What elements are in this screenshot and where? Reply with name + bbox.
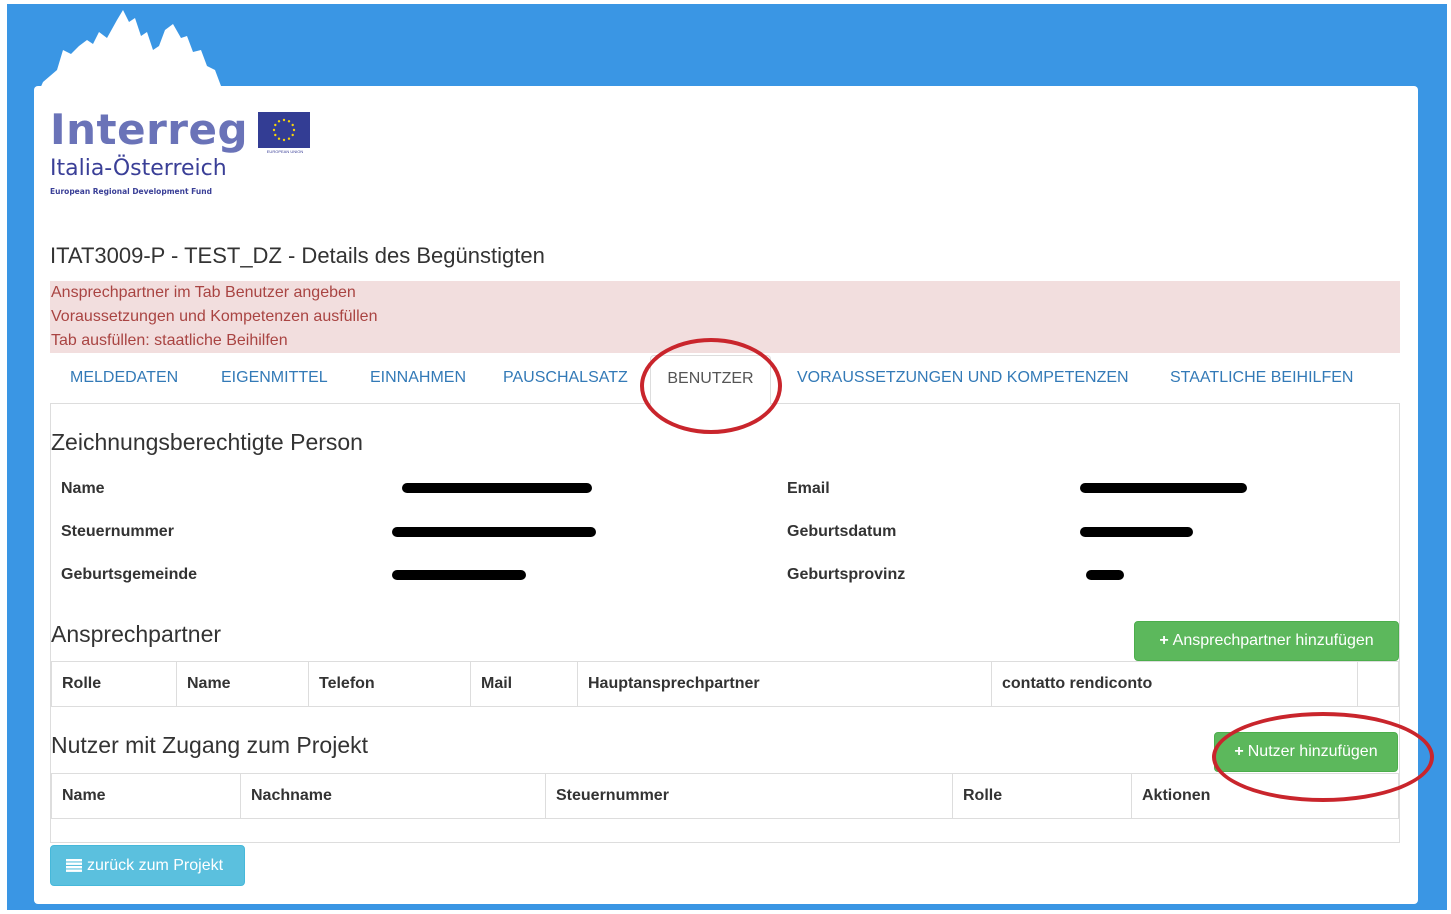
back-to-project-button[interactable]: zurück zum Projekt — [50, 845, 245, 886]
birthprovince-label: Geburtsprovinz — [787, 566, 906, 583]
column-header: Steuernummer — [545, 773, 953, 819]
logo-wordmark: Interreg — [50, 105, 249, 154]
back-to-project-label: zurück zum Projekt — [87, 857, 224, 874]
logo-program: Italia-Österreich — [50, 156, 227, 181]
logo-fund: European Regional Development Fund — [50, 187, 212, 196]
tax-number-label: Steuernummer — [61, 523, 174, 540]
column-header: contatto rendiconto — [991, 661, 1358, 707]
column-header: Nachname — [240, 773, 546, 819]
plus-icon: + — [1159, 632, 1169, 649]
add-contact-button[interactable]: + Ansprechpartner hinzufügen — [1134, 621, 1399, 661]
redacted-value — [402, 483, 592, 493]
add-contact-label: Ansprechpartner hinzufügen — [1172, 632, 1374, 649]
name-label: Name — [61, 480, 105, 497]
tab-voraussetzungen[interactable]: VORAUSSETZUNGEN UND KOMPETENZEN — [797, 355, 1129, 403]
interreg-logo[interactable]: Interreg Italia-Österreich European Regi… — [50, 104, 320, 204]
tab-eigenmittel[interactable]: EIGENMITTEL — [221, 355, 328, 403]
warning-alert: Ansprechpartner im Tab Benutzer angeben … — [50, 281, 1400, 353]
plus-icon: + — [1234, 743, 1244, 760]
table-row — [50, 818, 1400, 843]
birthdate-label: Geburtsdatum — [787, 523, 897, 540]
tab-staatliche-beihilfen[interactable]: STAATLICHE BEIHILFEN — [1170, 355, 1353, 403]
column-header: Name — [51, 773, 241, 819]
column-header: Hauptansprechpartner — [577, 661, 992, 707]
column-header: Mail — [470, 661, 578, 707]
redacted-value — [1080, 483, 1247, 493]
tab-meldedaten[interactable]: MELDEDATEN — [70, 355, 178, 403]
add-user-button[interactable]: + Nutzer hinzufügen — [1214, 732, 1398, 772]
tab-benutzer[interactable]: BENUTZER — [650, 355, 771, 405]
list-icon — [66, 859, 82, 872]
eu-flag-icon — [258, 112, 310, 148]
alert-line: Tab ausfüllen: staatliche Beihilfen — [51, 332, 288, 349]
email-label: Email — [787, 480, 830, 497]
users-table: Name Nachname Steuernummer Rolle Aktione… — [51, 773, 1399, 819]
signatory-heading: Zeichnungsberechtigte Person — [51, 429, 363, 455]
alert-line: Voraussetzungen und Kompetenzen ausfülle… — [51, 308, 378, 325]
column-header — [1357, 661, 1399, 707]
tab-einnahmen[interactable]: EINNAHMEN — [370, 355, 466, 403]
redacted-value — [1086, 570, 1124, 580]
redacted-value — [392, 527, 596, 537]
table-header-row: Rolle Name Telefon Mail Hauptansprechpar… — [51, 661, 1399, 707]
tab-pauschalsatz[interactable]: PAUSCHALSATZ — [503, 355, 628, 403]
column-header: Rolle — [952, 773, 1132, 819]
tab-bar: MELDEDATEN EIGENMITTEL EINNAHMEN PAUSCHA… — [50, 355, 1400, 405]
add-user-label: Nutzer hinzufügen — [1247, 743, 1378, 760]
page-title: ITAT3009-P - TEST_DZ - Details des Begün… — [50, 243, 545, 268]
column-header: Aktionen — [1131, 773, 1399, 819]
redacted-value — [392, 570, 526, 580]
column-header: Telefon — [308, 661, 471, 707]
birthplace-label: Geburtsgemeinde — [61, 566, 198, 583]
users-heading: Nutzer mit Zugang zum Projekt — [51, 732, 369, 758]
contacts-heading: Ansprechpartner — [51, 621, 222, 647]
column-header: Name — [176, 661, 309, 707]
alert-line: Ansprechpartner im Tab Benutzer angeben — [51, 284, 356, 301]
column-header: Rolle — [51, 661, 177, 707]
redacted-value — [1080, 527, 1193, 537]
contacts-table: Rolle Name Telefon Mail Hauptansprechpar… — [51, 661, 1399, 707]
eu-caption: EUROPEAN UNION — [266, 149, 304, 154]
table-header-row: Name Nachname Steuernummer Rolle Aktione… — [51, 773, 1399, 819]
